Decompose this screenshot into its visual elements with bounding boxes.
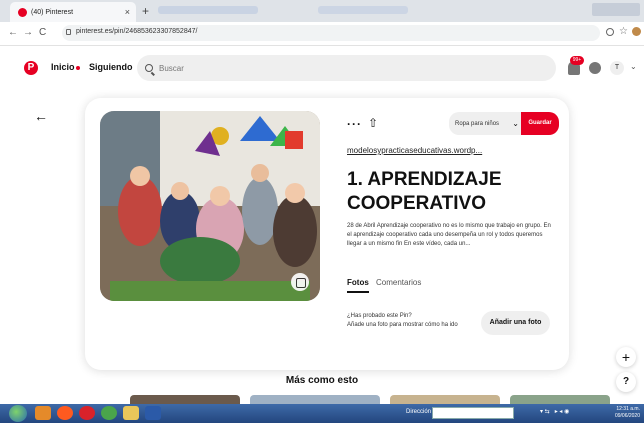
notification-badge: 99+ (570, 56, 584, 65)
nav-home[interactable]: Inicio (51, 62, 75, 72)
avatar[interactable]: T (610, 61, 624, 75)
forward-arrow-icon[interactable]: → (23, 27, 33, 38)
back-arrow-icon[interactable]: ← (8, 27, 18, 38)
window-controls[interactable] (592, 3, 640, 16)
chevron-down-icon: ⌄ (512, 119, 519, 128)
active-tab-underline (347, 291, 369, 293)
nav-following[interactable]: Siguiendo (89, 62, 133, 72)
pin-description: 28 de Abril Aprendizaje cooperativo no e… (347, 223, 551, 247)
board-select[interactable]: Ropa para niños ⌄ (449, 112, 526, 135)
lock-icon (66, 29, 71, 35)
system-tray[interactable]: ▾ ⇆ ▸ ◂ ◉ (540, 408, 569, 415)
pin-image[interactable] (100, 111, 320, 301)
more-options-icon[interactable]: ··· (347, 117, 362, 131)
nav-home-indicator (76, 66, 80, 70)
search-placeholder: Buscar (159, 63, 184, 73)
browser-tab[interactable]: (40) Pinterest × (10, 2, 136, 22)
save-button[interactable]: Guardar (521, 112, 559, 135)
visual-search-icon[interactable] (291, 273, 309, 291)
taskbar-clock[interactable]: 12:31 a.m. 09/06/2020 (604, 406, 640, 420)
pinterest-favicon-icon (18, 7, 27, 17)
new-tab-button[interactable]: + (142, 4, 149, 18)
tab-close-icon[interactable]: × (125, 7, 130, 17)
bookmark-star-icon[interactable]: ☆ (619, 26, 628, 37)
blurred-tab-area (158, 6, 258, 14)
add-photo-button[interactable]: Añadir una foto (481, 311, 550, 335)
start-button[interactable] (9, 405, 27, 422)
tab-title: (40) Pinterest (31, 8, 74, 16)
share-icon[interactable]: ⇧ (368, 116, 378, 130)
clock-time: 12:31 a.m. (616, 406, 640, 412)
media-player-icon[interactable] (35, 406, 51, 420)
url-text: pinterest.es/pin/246853623307852847/ (76, 28, 198, 35)
tab-photos[interactable]: Fotos (347, 278, 369, 287)
tab-comments[interactable]: Comentarios (376, 278, 421, 287)
more-like-this-heading: Más como esto (285, 375, 359, 386)
related-pin-thumbnail[interactable] (510, 395, 610, 404)
extension-icon[interactable] (606, 28, 614, 36)
account-chevron-down-icon[interactable]: ⌄ (630, 62, 637, 71)
clock-date: 09/06/2020 (614, 413, 640, 419)
profile-icon[interactable] (632, 27, 641, 36)
reload-icon[interactable]: C (39, 27, 46, 38)
pin-title: 1. APRENDIZAJE COOPERATIVO (347, 169, 502, 214)
board-name: Ropa para niños (455, 120, 500, 127)
related-pin-thumbnail[interactable] (390, 395, 500, 404)
create-plus-button[interactable]: + (616, 347, 636, 367)
search-input[interactable]: Buscar (137, 55, 556, 81)
url-field[interactable]: pinterest.es/pin/246853623307852847/ (62, 25, 600, 41)
messages-icon[interactable] (589, 62, 601, 74)
source-link[interactable]: modelosypracticaseducativas.wordp... (347, 146, 482, 155)
tried-subtext: Añade una foto para mostrar cómo ha ido (347, 322, 458, 328)
address-toolbar-label: Dirección (406, 409, 432, 415)
related-pin-thumbnail[interactable] (130, 395, 240, 404)
classroom-photo-illustration (100, 111, 320, 301)
word-icon[interactable] (145, 406, 161, 420)
file-explorer-icon[interactable] (123, 406, 139, 420)
back-button[interactable]: ← (34, 108, 48, 124)
tried-question: ¿Has probado este Pin? (347, 313, 412, 319)
opera-icon[interactable] (79, 406, 95, 420)
chrome-icon[interactable] (101, 406, 117, 420)
blurred-tab-area (318, 6, 408, 14)
related-pin-thumbnail[interactable] (250, 395, 380, 404)
pinterest-logo-icon[interactable]: P (24, 61, 38, 75)
search-icon (145, 64, 153, 72)
address-toolbar-input[interactable] (432, 407, 514, 419)
brave-browser-icon[interactable] (57, 406, 73, 420)
address-bar-row: ← → C pinterest.es/pin/24685362330785284… (0, 22, 644, 46)
